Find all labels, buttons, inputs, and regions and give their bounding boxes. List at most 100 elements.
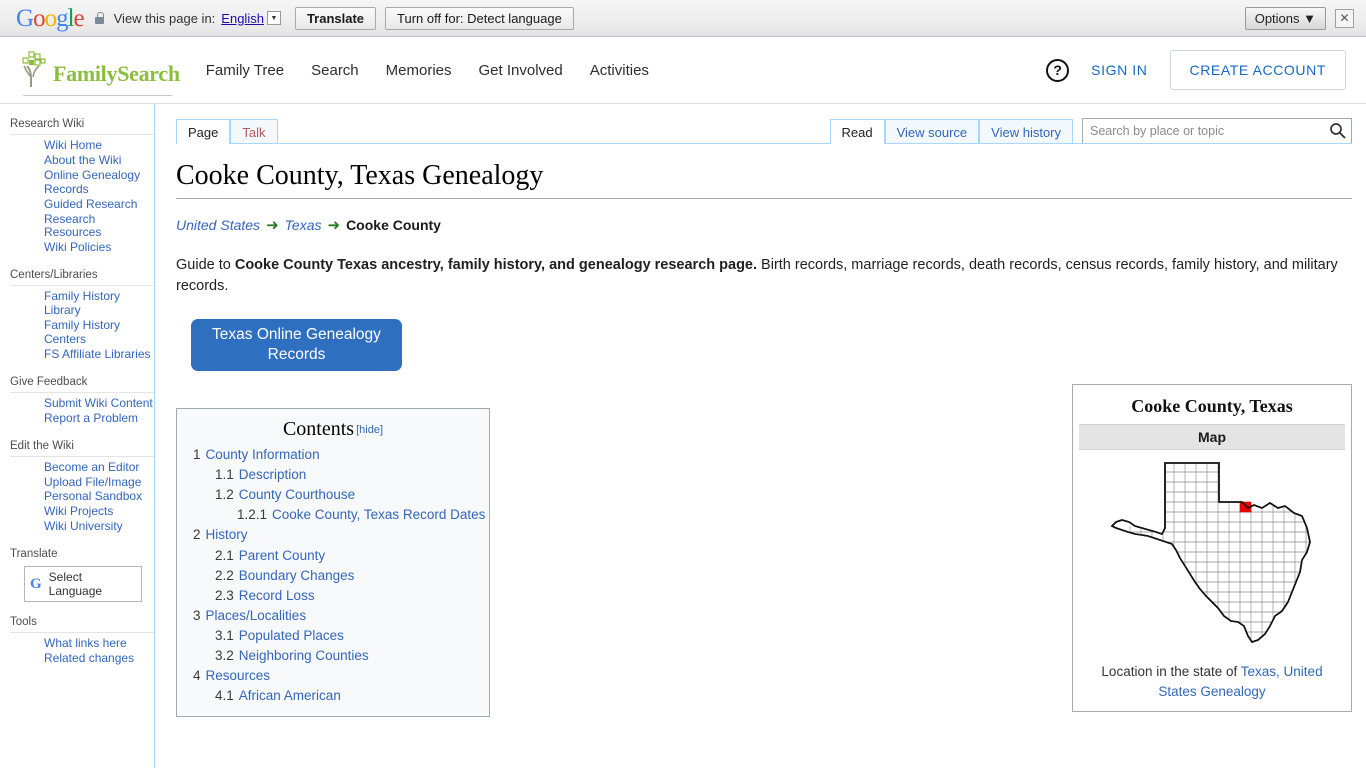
primary-nav: Family Tree Search Memories Get Involved… (206, 62, 649, 79)
sidebar-item-online-genealogy-records[interactable]: Online Genealogy Records (44, 168, 140, 196)
sidebar-item-guided-research[interactable]: Guided Research (44, 197, 137, 211)
toc-entry-link[interactable]: History (206, 527, 248, 542)
sidebar-group-tools: What links here Related changes (10, 632, 154, 666)
nav-family-tree[interactable]: Family Tree (206, 62, 284, 79)
breadcrumb-current: Cooke County (346, 217, 441, 233)
page-description: Guide to Cooke County Texas ancestry, fa… (176, 255, 1351, 298)
toc-entry: 4.1 African American (189, 686, 477, 706)
breadcrumb-united-states[interactable]: United States (176, 217, 260, 233)
list-item: Family History Library (44, 289, 154, 318)
options-button-label: Options (1254, 10, 1300, 26)
toc-entry: 1.2 County Courthouse (189, 485, 477, 505)
tab-read[interactable]: Read (829, 119, 885, 144)
toc-entry-link[interactable]: Parent County (239, 548, 325, 563)
toc-hide-link[interactable]: [hide] (356, 424, 383, 436)
infobox-caption: Location in the state of Texas, United S… (1079, 658, 1345, 703)
toc-entry-link[interactable]: County Courthouse (239, 487, 355, 502)
toc-entry-link[interactable]: Populated Places (239, 628, 344, 643)
toc-entry-link[interactable]: Cooke County, Texas Record Dates (272, 507, 485, 522)
sidebar-item-fs-affiliate-libraries[interactable]: FS Affiliate Libraries (44, 347, 151, 361)
list-item: Wiki University (44, 519, 154, 534)
breadcrumb-texas[interactable]: Texas (285, 217, 322, 233)
list-item: FS Affiliate Libraries (44, 347, 154, 362)
sidebar-item-wiki-policies[interactable]: Wiki Policies (44, 240, 111, 254)
list-item: Become an Editor (44, 460, 154, 475)
close-icon[interactable]: ✕ (1335, 8, 1354, 28)
familysearch-logo[interactable]: FamilySearch (18, 50, 180, 96)
toc-entry-link[interactable]: Neighboring Counties (239, 648, 369, 663)
toc-entry: 1 County Information (189, 445, 477, 465)
language-selector-label[interactable]: English (221, 11, 264, 26)
sidebar-item-family-history-centers[interactable]: Family History Centers (44, 318, 120, 346)
list-item: Guided Research (44, 197, 154, 212)
toc-entry-number: 2.1 (215, 547, 234, 563)
google-g-icon: G (30, 575, 42, 592)
sidebar-item-become-an-editor[interactable]: Become an Editor (44, 460, 139, 474)
google-translate-bar: Google View this page in: English ▼ Tran… (0, 0, 1366, 40)
tab-talk[interactable]: Talk (230, 119, 278, 144)
sidebar-item-report-a-problem[interactable]: Report a Problem (44, 411, 138, 425)
sidebar-item-wiki-home[interactable]: Wiki Home (44, 138, 102, 152)
language-selector[interactable]: English ▼ (221, 11, 281, 26)
header-actions: ? SIGN IN CREATE ACCOUNT (1046, 50, 1346, 90)
translate-button[interactable]: Translate (294, 6, 377, 30)
sidebar-item-related-changes[interactable]: Related changes (44, 651, 134, 665)
question-mark-icon[interactable]: ? (1046, 58, 1070, 82)
sign-in-link[interactable]: SIGN IN (1091, 62, 1147, 78)
list-item: About the Wiki (44, 153, 154, 168)
select-language-label: Select Language (48, 570, 103, 599)
sidebar-item-wiki-projects[interactable]: Wiki Projects (44, 504, 113, 518)
list-item: Report a Problem (44, 411, 154, 426)
tree-logo-icon (22, 51, 46, 87)
toc-entry-link[interactable]: Places/Localities (206, 608, 307, 623)
nav-search[interactable]: Search (311, 62, 359, 79)
nav-get-involved[interactable]: Get Involved (479, 62, 563, 79)
sidebar-item-what-links-here[interactable]: What links here (44, 636, 127, 650)
tab-page[interactable]: Page (176, 119, 231, 144)
toc-entry-number: 1.2 (215, 487, 234, 503)
toc-entry-link[interactable]: Description (239, 467, 307, 482)
infobox-map-header: Map (1079, 424, 1345, 450)
list-item: Research Resources (44, 212, 154, 241)
content-column: Page Talk Read View source View history … (155, 104, 1366, 768)
lede-prefix: Guide to (176, 257, 235, 273)
search-icon[interactable] (1329, 122, 1346, 139)
familysearch-wordmark: FamilySearch (53, 61, 180, 86)
sidebar-item-personal-sandbox[interactable]: Personal Sandbox (44, 489, 142, 503)
chevron-down-icon[interactable]: ▼ (266, 11, 281, 25)
tab-view-source[interactable]: View source (884, 119, 980, 144)
sidebar: Research Wiki Wiki Home About the Wiki O… (0, 104, 155, 768)
search-input[interactable] (1082, 118, 1352, 144)
breadcrumb: United States ➜ Texas ➜ Cooke County (176, 216, 1352, 234)
sidebar-item-upload-file-image[interactable]: Upload File/Image (44, 475, 141, 489)
sidebar-item-submit-wiki-content[interactable]: Submit Wiki Content (44, 396, 153, 410)
toc-entry-number: 2.3 (215, 587, 234, 603)
texas-online-genealogy-records-button[interactable]: Texas Online Genealogy Records (191, 318, 402, 371)
arrow-right-icon: ➜ (266, 217, 279, 234)
toc-entry: 1.2.1 Cooke County, Texas Record Dates (189, 505, 485, 525)
sidebar-item-wiki-university[interactable]: Wiki University (44, 519, 123, 533)
turn-off-translate-button[interactable]: Turn off for: Detect language (385, 6, 574, 30)
list-item: Wiki Home (44, 138, 154, 153)
nav-memories[interactable]: Memories (386, 62, 452, 79)
nav-activities[interactable]: Activities (590, 62, 649, 79)
options-button[interactable]: Options ▼ (1244, 6, 1326, 30)
sidebar-item-about-the-wiki[interactable]: About the Wiki (44, 153, 121, 167)
tab-view-history[interactable]: View history (979, 119, 1073, 144)
toc-entry-link[interactable]: County Information (206, 447, 320, 462)
toc-entry-link[interactable]: Record Loss (239, 588, 315, 603)
sidebar-heading-translate: Translate (10, 548, 58, 561)
view-tabs: Read View source View history (829, 117, 1352, 144)
create-account-button[interactable]: CREATE ACCOUNT (1169, 50, 1346, 90)
translate-prompt-label: View this page in: (113, 10, 216, 26)
toc-entry: 1.1 Description (189, 465, 477, 485)
texas-county-map-icon (1079, 450, 1345, 658)
toc-entry-link[interactable]: Boundary Changes (239, 568, 355, 583)
select-language-dropdown[interactable]: G Select Language (24, 566, 142, 603)
sidebar-group-give-feedback: Submit Wiki Content Report a Problem (10, 391, 154, 426)
sidebar-item-family-history-library[interactable]: Family History Library (44, 289, 120, 317)
toc-entry-link[interactable]: African American (239, 688, 341, 703)
sidebar-item-research-resources[interactable]: Research Resources (44, 212, 101, 240)
toc-entry-link[interactable]: Resources (206, 668, 271, 683)
sidebar-heading-tools: Tools (10, 616, 37, 629)
